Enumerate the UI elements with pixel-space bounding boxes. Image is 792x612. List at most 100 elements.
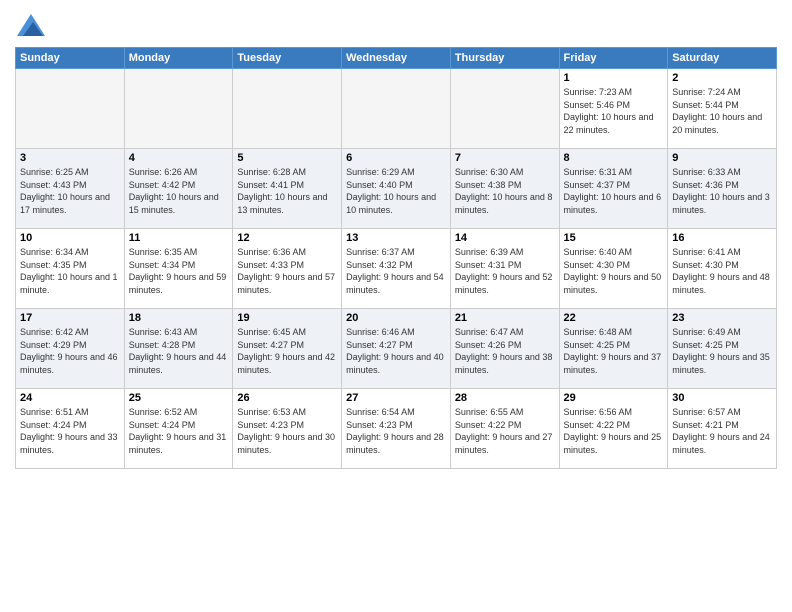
day-number: 1 — [564, 72, 664, 84]
day-info: Sunrise: 6:48 AM Sunset: 4:25 PM Dayligh… — [564, 326, 664, 376]
day-number: 21 — [455, 312, 555, 324]
day-info: Sunrise: 6:40 AM Sunset: 4:30 PM Dayligh… — [564, 246, 664, 296]
calendar-cell: 29 Sunrise: 6:56 AM Sunset: 4:22 PM Dayli… — [559, 389, 668, 469]
day-info: Sunrise: 6:52 AM Sunset: 4:24 PM Dayligh… — [129, 406, 229, 456]
day-info: Sunrise: 6:54 AM Sunset: 4:23 PM Dayligh… — [346, 406, 446, 456]
calendar-cell: 16 Sunrise: 6:41 AM Sunset: 4:30 PM Dayli… — [668, 229, 777, 309]
calendar-cell — [124, 69, 233, 149]
day-info: Sunrise: 6:53 AM Sunset: 4:23 PM Dayligh… — [237, 406, 337, 456]
calendar-cell: 21 Sunrise: 6:47 AM Sunset: 4:26 PM Dayli… — [450, 309, 559, 389]
calendar-cell: 27 Sunrise: 6:54 AM Sunset: 4:23 PM Dayli… — [342, 389, 451, 469]
calendar-cell: 30 Sunrise: 6:57 AM Sunset: 4:21 PM Dayli… — [668, 389, 777, 469]
calendar-cell: 23Sunrise: 6:49 AM Sunset: 4:25 PM Dayli… — [668, 309, 777, 389]
day-number: 20 — [346, 312, 446, 324]
day-info: Sunrise: 6:39 AM Sunset: 4:31 PM Dayligh… — [455, 246, 555, 296]
day-number: 5 — [237, 152, 337, 164]
calendar-header-thursday: Thursday — [450, 48, 559, 69]
calendar-header-friday: Friday — [559, 48, 668, 69]
calendar-cell: 8 Sunrise: 6:31 AM Sunset: 4:37 PM Daylig… — [559, 149, 668, 229]
calendar-header-saturday: Saturday — [668, 48, 777, 69]
day-number: 2 — [672, 72, 772, 84]
page: SundayMondayTuesdayWednesdayThursdayFrid… — [0, 0, 792, 612]
day-info: Sunrise: 6:25 AM Sunset: 4:43 PM Dayligh… — [20, 166, 120, 216]
day-info: Sunrise: 6:43 AM Sunset: 4:28 PM Dayligh… — [129, 326, 229, 376]
calendar-cell: 22 Sunrise: 6:48 AM Sunset: 4:25 PM Dayli… — [559, 309, 668, 389]
calendar-cell: 13 Sunrise: 6:37 AM Sunset: 4:32 PM Dayli… — [342, 229, 451, 309]
day-number: 12 — [237, 232, 337, 244]
calendar-week-1: 1 Sunrise: 7:23 AM Sunset: 5:46 PM Daylig… — [16, 69, 777, 149]
day-number: 26 — [237, 392, 337, 404]
day-info: Sunrise: 6:45 AM Sunset: 4:27 PM Dayligh… — [237, 326, 337, 376]
day-number: 24 — [20, 392, 120, 404]
calendar-cell: 2Sunrise: 7:24 AM Sunset: 5:44 PM Daylig… — [668, 69, 777, 149]
day-number: 3 — [20, 152, 120, 164]
calendar-cell: 1 Sunrise: 7:23 AM Sunset: 5:46 PM Daylig… — [559, 69, 668, 149]
calendar-cell: 17Sunrise: 6:42 AM Sunset: 4:29 PM Dayli… — [16, 309, 125, 389]
calendar-cell: 24 Sunrise: 6:51 AM Sunset: 4:24 PM Dayli… — [16, 389, 125, 469]
day-info: Sunrise: 6:34 AM Sunset: 4:35 PM Dayligh… — [20, 246, 120, 296]
calendar-cell — [16, 69, 125, 149]
calendar-header-row: SundayMondayTuesdayWednesdayThursdayFrid… — [16, 48, 777, 69]
day-number: 17 — [20, 312, 120, 324]
day-info: Sunrise: 6:33 AM Sunset: 4:36 PM Dayligh… — [672, 166, 772, 216]
day-info: Sunrise: 6:47 AM Sunset: 4:26 PM Dayligh… — [455, 326, 555, 376]
day-info: Sunrise: 6:36 AM Sunset: 4:33 PM Dayligh… — [237, 246, 337, 296]
day-number: 9 — [672, 152, 772, 164]
day-info: Sunrise: 6:49 AM Sunset: 4:25 PM Dayligh… — [672, 326, 772, 376]
calendar-cell: 7 Sunrise: 6:30 AM Sunset: 4:38 PM Daylig… — [450, 149, 559, 229]
calendar-cell: 18Sunrise: 6:43 AM Sunset: 4:28 PM Dayli… — [124, 309, 233, 389]
day-info: Sunrise: 6:31 AM Sunset: 4:37 PM Dayligh… — [564, 166, 664, 216]
day-info: Sunrise: 6:56 AM Sunset: 4:22 PM Dayligh… — [564, 406, 664, 456]
day-info: Sunrise: 6:35 AM Sunset: 4:34 PM Dayligh… — [129, 246, 229, 296]
calendar-week-5: 24 Sunrise: 6:51 AM Sunset: 4:24 PM Dayli… — [16, 389, 777, 469]
day-number: 4 — [129, 152, 229, 164]
day-info: Sunrise: 7:23 AM Sunset: 5:46 PM Dayligh… — [564, 86, 664, 136]
calendar-cell — [233, 69, 342, 149]
calendar-cell: 14 Sunrise: 6:39 AM Sunset: 4:31 PM Dayli… — [450, 229, 559, 309]
day-number: 22 — [564, 312, 664, 324]
calendar-cell: 10 Sunrise: 6:34 AM Sunset: 4:35 PM Dayli… — [16, 229, 125, 309]
day-info: Sunrise: 6:28 AM Sunset: 4:41 PM Dayligh… — [237, 166, 337, 216]
day-info: Sunrise: 6:29 AM Sunset: 4:40 PM Dayligh… — [346, 166, 446, 216]
day-number: 8 — [564, 152, 664, 164]
day-number: 25 — [129, 392, 229, 404]
calendar-header-wednesday: Wednesday — [342, 48, 451, 69]
calendar-header-monday: Monday — [124, 48, 233, 69]
day-number: 13 — [346, 232, 446, 244]
day-number: 27 — [346, 392, 446, 404]
day-info: Sunrise: 6:55 AM Sunset: 4:22 PM Dayligh… — [455, 406, 555, 456]
day-info: Sunrise: 6:37 AM Sunset: 4:32 PM Dayligh… — [346, 246, 446, 296]
calendar-cell: 4 Sunrise: 6:26 AM Sunset: 4:42 PM Daylig… — [124, 149, 233, 229]
day-number: 15 — [564, 232, 664, 244]
calendar-table: SundayMondayTuesdayWednesdayThursdayFrid… — [15, 47, 777, 469]
calendar-cell: 15 Sunrise: 6:40 AM Sunset: 4:30 PM Dayli… — [559, 229, 668, 309]
calendar-week-2: 3 Sunrise: 6:25 AM Sunset: 4:43 PM Daylig… — [16, 149, 777, 229]
calendar-cell: 25 Sunrise: 6:52 AM Sunset: 4:24 PM Dayli… — [124, 389, 233, 469]
day-number: 10 — [20, 232, 120, 244]
calendar-cell: 9 Sunrise: 6:33 AM Sunset: 4:36 PM Daylig… — [668, 149, 777, 229]
day-number: 30 — [672, 392, 772, 404]
calendar-header-sunday: Sunday — [16, 48, 125, 69]
day-info: Sunrise: 6:30 AM Sunset: 4:38 PM Dayligh… — [455, 166, 555, 216]
day-info: Sunrise: 6:51 AM Sunset: 4:24 PM Dayligh… — [20, 406, 120, 456]
calendar-cell: 26 Sunrise: 6:53 AM Sunset: 4:23 PM Dayli… — [233, 389, 342, 469]
calendar-cell — [342, 69, 451, 149]
day-number: 7 — [455, 152, 555, 164]
day-info: Sunrise: 6:26 AM Sunset: 4:42 PM Dayligh… — [129, 166, 229, 216]
day-number: 6 — [346, 152, 446, 164]
logo-icon — [17, 14, 45, 36]
day-info: Sunrise: 6:41 AM Sunset: 4:30 PM Dayligh… — [672, 246, 772, 296]
day-number: 16 — [672, 232, 772, 244]
calendar-cell: 11Sunrise: 6:35 AM Sunset: 4:34 PM Dayli… — [124, 229, 233, 309]
day-number: 29 — [564, 392, 664, 404]
calendar-cell: 3 Sunrise: 6:25 AM Sunset: 4:43 PM Daylig… — [16, 149, 125, 229]
day-number: 14 — [455, 232, 555, 244]
header — [15, 10, 777, 41]
calendar-week-3: 10 Sunrise: 6:34 AM Sunset: 4:35 PM Dayli… — [16, 229, 777, 309]
calendar-cell — [450, 69, 559, 149]
calendar-cell: 6 Sunrise: 6:29 AM Sunset: 4:40 PM Daylig… — [342, 149, 451, 229]
calendar-week-4: 17Sunrise: 6:42 AM Sunset: 4:29 PM Dayli… — [16, 309, 777, 389]
day-info: Sunrise: 6:57 AM Sunset: 4:21 PM Dayligh… — [672, 406, 772, 456]
day-info: Sunrise: 6:46 AM Sunset: 4:27 PM Dayligh… — [346, 326, 446, 376]
calendar-cell: 20 Sunrise: 6:46 AM Sunset: 4:27 PM Dayli… — [342, 309, 451, 389]
